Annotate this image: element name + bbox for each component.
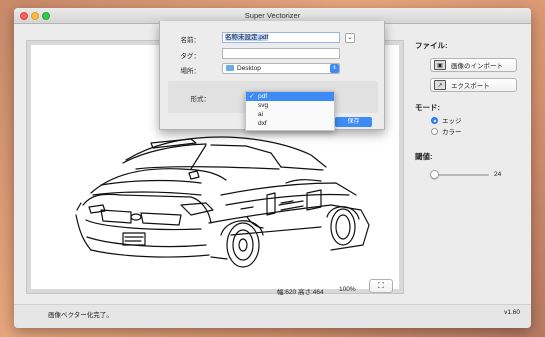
filename-value: 名称未設定.pdf: [225, 34, 269, 41]
file-heading: ファイル:: [415, 41, 448, 50]
format-option-pdf[interactable]: ✓ pdf: [246, 92, 334, 101]
format-option-ai[interactable]: ai: [246, 110, 334, 119]
radio-unselected-icon: [431, 127, 438, 135]
location-label: 場所：: [180, 68, 201, 75]
format-option-label: ai: [258, 111, 264, 118]
popup-stepper-icon: ⇕: [330, 64, 339, 73]
threshold-slider[interactable]: [430, 170, 489, 179]
format-option-label: svg: [258, 102, 269, 109]
mode-heading: モード:: [415, 103, 440, 112]
status-text: 画像ベクター化完了。: [48, 312, 113, 319]
format-label: 形式：: [190, 96, 211, 103]
mode-color-label: カラー: [442, 129, 462, 136]
expand-sheet-button[interactable]: ⌄: [345, 33, 355, 43]
save-sheet: 名前： 名称未設定.pdf ⌄ タグ： 場所： Desktop ⇕ 形式： 保存…: [159, 21, 385, 131]
threshold-value: 24: [494, 171, 502, 178]
format-option-label: dxf: [258, 120, 267, 127]
location-value: Desktop: [237, 65, 261, 72]
save-button[interactable]: 保存: [335, 117, 372, 127]
format-option-svg[interactable]: svg: [246, 101, 334, 110]
export-button[interactable]: ↗ エクスポート: [430, 78, 517, 92]
import-image-button[interactable]: ▣ 画像のインポート: [430, 58, 517, 72]
mode-color-radio[interactable]: カラー: [431, 126, 462, 136]
name-label: 名前：: [180, 37, 201, 44]
format-option-label: pdf: [258, 93, 268, 100]
image-dimensions: 幅:620 高さ:464: [277, 289, 324, 296]
export-label: エクスポート: [451, 83, 490, 90]
filename-field[interactable]: 名称未設定.pdf: [222, 32, 340, 43]
threshold-heading: 閾値:: [415, 152, 433, 161]
format-dropdown-menu[interactable]: ✓ pdf svg ai dxf: [245, 91, 335, 131]
fit-to-window-button[interactable]: ⛶: [369, 279, 393, 293]
fit-to-window-icon: ⛶: [378, 281, 384, 290]
location-popup[interactable]: Desktop ⇕: [222, 63, 340, 74]
threshold-slider-knob[interactable]: [430, 170, 439, 179]
tags-label: タグ：: [180, 53, 201, 60]
mode-edge-radio[interactable]: エッジ: [431, 115, 462, 125]
chevron-down-icon: ⌄: [347, 35, 353, 41]
zoom-level: 100%: [339, 286, 356, 293]
format-option-dxf[interactable]: dxf: [246, 119, 334, 128]
radio-selected-icon: [431, 116, 438, 124]
checkmark-icon: ✓: [249, 93, 255, 100]
version-label: v1.60: [504, 309, 520, 316]
import-label: 画像のインポート: [451, 63, 503, 70]
mode-edge-label: エッジ: [442, 118, 462, 125]
image-import-icon: ▣: [434, 60, 446, 70]
tags-field[interactable]: [222, 48, 340, 59]
folder-icon: [226, 65, 234, 71]
window-title: Super Vectorizer: [244, 11, 301, 20]
export-icon: ↗: [434, 80, 446, 90]
